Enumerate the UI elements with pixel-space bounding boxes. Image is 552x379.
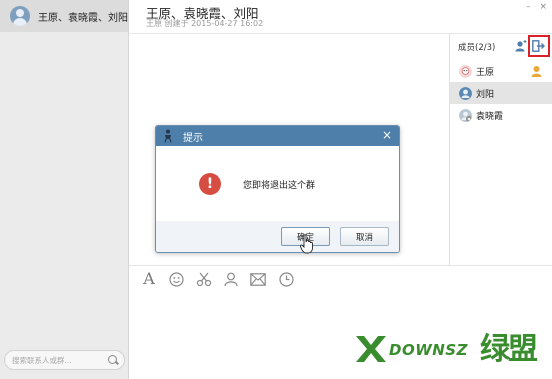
dialog-title: 提示	[183, 133, 203, 144]
chat-header: 王原、袁晓霞、刘阳 王原 创建于 2015-04-27 16:02 – ×	[129, 0, 552, 34]
input-toolbar: A	[129, 265, 552, 291]
emoji-icon[interactable]	[168, 271, 184, 287]
dialog-footer: 确定 取消	[156, 221, 399, 252]
conversation-name: 王原、袁晓霞、刘阳	[38, 12, 128, 24]
dialog-content: ! 您即将退出这个群	[156, 146, 399, 221]
dialog-titlebar[interactable]: 提示 ×	[156, 126, 399, 146]
search-icon[interactable]	[108, 355, 117, 364]
search-box[interactable]	[4, 350, 125, 370]
watermark: DOWNSZ 绿盟	[352, 322, 552, 379]
hand-cursor-icon	[300, 234, 313, 254]
conversation-item[interactable]: 王原、袁晓霞、刘阳	[0, 0, 128, 32]
window-controls: – ×	[526, 2, 547, 12]
member-panel: 成员(2/3) 王原 刘阳 袁晓霞	[449, 34, 552, 265]
dialog-message: 您即将退出这个群	[243, 181, 316, 191]
font-icon[interactable]: A	[141, 271, 157, 287]
member-avatar-icon	[459, 64, 472, 78]
font-icon-glyph: A	[143, 269, 155, 288]
search-input[interactable]	[12, 355, 108, 365]
conversation-sidebar: 王原、袁晓霞、刘阳	[0, 0, 129, 379]
group-avatar-icon	[10, 6, 30, 26]
watermark-logo-icon	[356, 336, 386, 362]
member-name: 袁晓霞	[476, 111, 504, 122]
scissors-icon[interactable]	[196, 271, 212, 287]
watermark-cn: 绿盟	[480, 332, 538, 367]
close-window-button[interactable]: ×	[539, 2, 547, 12]
minimize-button[interactable]: –	[526, 2, 531, 12]
member-avatar-icon	[459, 86, 472, 100]
add-member-icon[interactable]	[515, 40, 527, 52]
dialog-close-icon[interactable]: ×	[382, 128, 392, 142]
member-name: 王原	[476, 67, 495, 78]
owner-badge-icon	[531, 66, 542, 77]
watermark-text: DOWNSZ	[389, 341, 468, 359]
chat-subtitle: 王原 创建于 2015-04-27 16:02	[146, 19, 264, 28]
alert-icon: !	[199, 173, 221, 195]
confirm-dialog: 提示 × ! 您即将退出这个群 确定 取消	[155, 125, 400, 253]
member-item[interactable]: 袁晓霞	[450, 104, 552, 126]
mail-icon[interactable]	[250, 271, 266, 287]
member-count-header: 成员(2/3)	[458, 43, 496, 53]
member-name: 刘阳	[476, 89, 495, 100]
contact-icon[interactable]	[223, 271, 239, 287]
cancel-button[interactable]: 取消	[340, 227, 389, 246]
exit-icon	[532, 40, 545, 52]
app-logo-icon	[164, 129, 172, 143]
exit-group-button[interactable]	[528, 35, 550, 57]
history-clock-icon[interactable]	[278, 271, 294, 287]
member-avatar-icon	[459, 108, 472, 122]
member-item[interactable]: 刘阳	[450, 82, 552, 104]
